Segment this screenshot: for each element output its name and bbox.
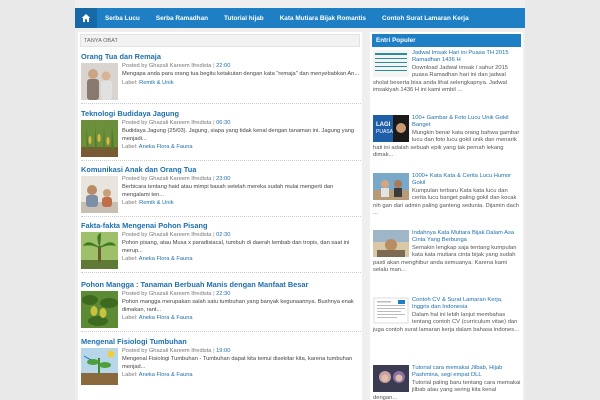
post-snippet: Berbicara tentang haid atau mimpi basah … [122,184,334,198]
popular-post-title-link[interactable]: 100+ Gambar & Foto Lucu Unik Gokil Bange… [412,115,509,128]
label-prefix: Label: [122,79,138,86]
post-item: Komunikasi Anak dan Orang Tua Posted by … [81,165,361,217]
popular-post-title-link[interactable]: Indahnya Kata Mutiara Bijak Dalam Asa Ci… [412,230,514,243]
label-prefix: Label: [122,144,138,151]
popular-posts-heading: Entri Populer [372,34,521,47]
main-content: TANYA OBAT Orang Tua dan Remaja Posted b… [78,32,362,400]
post-label-link[interactable]: Aneka Flora & Fauna [139,256,193,262]
popular-thumbnail-quotes[interactable] [373,230,409,257]
post-title-link[interactable]: Mengenal Fisiologi Tumbuhan [81,337,361,346]
popular-thumbnail-cv[interactable] [373,297,409,324]
post-time[interactable]: 23:00 [216,176,230,182]
nav-item-serba-ramadhan[interactable]: Serba Ramadhan [148,15,216,22]
popular-post-item: Contoh CV & Surat Lamaran Kerja, Inggris… [373,297,521,334]
post-label-link[interactable]: Aneka Flora & Fauna [139,144,193,150]
post-snippet: Budidaya Jagung (25/03). Jagung, siapa y… [122,128,355,142]
post-thumbnail-corn[interactable] [81,120,118,157]
label-prefix: Label: [122,200,138,207]
post-label-link[interactable]: Remik & Unik [139,80,173,86]
sidebar: Entri Populer Jadwal Imsak Hari ini Puas… [370,32,523,400]
post-label-link[interactable]: Aneka Flora & Fauna [139,372,193,378]
popular-post-item: Indahnya Kata Mutiara Bijak Dalam Asa Ci… [373,230,521,274]
post-divider [81,160,361,161]
popular-post-title-link[interactable]: 1000+ Kata Kata & Cerita Lucu Humor Goki… [412,173,511,186]
nav-item-serba-lucu[interactable]: Serba Lucu [97,15,148,22]
post-thumbnail-mango[interactable] [81,291,118,328]
post-divider [81,103,361,104]
svg-text:PUASA: PUASA [376,129,394,135]
post-thumbnail-banana-tree[interactable] [81,232,118,269]
breadcrumb: TANYA OBAT [80,34,360,47]
post-title-link[interactable]: Pohon Mangga : Tanaman Berbuah Manis den… [81,280,361,289]
post-thumbnail-plant-diagram[interactable] [81,348,118,385]
nav-item-tutorial-hijab[interactable]: Tutorial hijab [216,15,272,22]
popular-thumbnail-schedule[interactable] [373,50,409,77]
post-thumbnail-family[interactable] [81,176,118,213]
post-title-link[interactable]: Teknologi Budidaya Jagung [81,109,361,118]
post-title-link[interactable]: Orang Tua dan Remaja [81,52,361,61]
post-divider [81,216,361,217]
popular-thumbnail-funny[interactable]: LAGI PUASA [373,115,409,142]
post-author: Posted by Ghazali Kareem Ifredista [122,120,212,126]
popular-post-item: LAGI PUASA 100+ Gambar & Foto Lucu Unik … [373,115,521,159]
post-snippet: Pohon pisang, atau Musa x paradisiacal, … [122,240,350,254]
post-divider [81,331,361,332]
svg-text:LAGI: LAGI [376,122,391,128]
post-time[interactable]: 02:30 [216,232,230,238]
post-divider [81,272,361,273]
home-icon [81,14,91,22]
post-label-link[interactable]: Remik & Unik [139,200,173,206]
post-author: Posted by Ghazali Kareem Ifredista [122,348,212,354]
post-thumbnail-people[interactable] [81,63,118,100]
nav-item-kata-mutiara[interactable]: Kata Mutiara Bijak Romantis [272,15,374,22]
post-item: Mengenal Fisiologi Tumbuhan Posted by Gh… [81,337,361,385]
post-item: Pohon Mangga : Tanaman Berbuah Manis den… [81,280,361,332]
post-item: Orang Tua dan Remaja Posted by Ghazali K… [81,52,361,104]
popular-thumbnail-hijab[interactable] [373,365,409,392]
label-prefix: Label: [122,256,138,263]
popular-post-title-link[interactable]: Tutorial cara memakai Jilbab, Hijab Pash… [412,365,502,378]
popular-thumbnail-humor[interactable] [373,173,409,200]
post-title-link[interactable]: Fakta-fakta Mengenai Pohon Pisang [81,221,361,230]
post-time[interactable]: 06:30 [216,120,230,126]
post-snippet: Mengenal Fisiologi Tumbuhan - Tumbuhan d… [122,356,353,370]
post-author: Posted by Ghazali Kareem Ifredista [122,176,212,182]
post-item: Teknologi Budidaya Jagung Posted by Ghaz… [81,109,361,161]
popular-post-item: Jadwal Imsak Hari ini Puasa TH 2015 Rama… [373,50,521,94]
label-prefix: Label: [122,315,138,322]
post-time[interactable]: 19:00 [216,348,230,354]
post-author: Posted by Ghazali Kareem Ifredista [122,232,212,238]
post-time[interactable]: 22:00 [216,63,230,69]
home-button[interactable] [75,8,97,28]
post-author: Posted by Ghazali Kareem Ifredista [122,291,212,297]
page-container: Serba Lucu Serba Ramadhan Tutorial hijab… [75,0,525,400]
label-prefix: Label: [122,372,138,379]
post-label-link[interactable]: Aneka Flora & Fauna [139,315,193,321]
post-snippet: Mengapa anda para orang tua begitu ketak… [122,71,360,78]
post-time[interactable]: 22:30 [216,291,230,297]
top-navigation-bar: Serba Lucu Serba Ramadhan Tutorial hijab… [75,8,525,28]
post-author: Posted by Ghazali Kareem Ifredista [122,63,212,69]
popular-post-item: 1000+ Kata Kata & Cerita Lucu Humor Goki… [373,173,521,217]
popular-post-item: Tutorial cara memakai Jilbab, Hijab Pash… [373,365,521,400]
popular-post-title-link[interactable]: Contoh CV & Surat Lamaran Kerja, Inggris… [412,297,503,310]
post-item: Fakta-fakta Mengenai Pohon Pisang Posted… [81,221,361,273]
post-title-link[interactable]: Komunikasi Anak dan Orang Tua [81,165,361,174]
post-snippet: Pohon mangga merupakan salah satu tumbuh… [122,299,354,313]
popular-post-title-link[interactable]: Jadwal Imsak Hari ini Puasa TH 2015 Rama… [412,50,509,63]
nav-item-contoh-surat[interactable]: Contoh Surat Lamaran Kerja [374,15,477,22]
